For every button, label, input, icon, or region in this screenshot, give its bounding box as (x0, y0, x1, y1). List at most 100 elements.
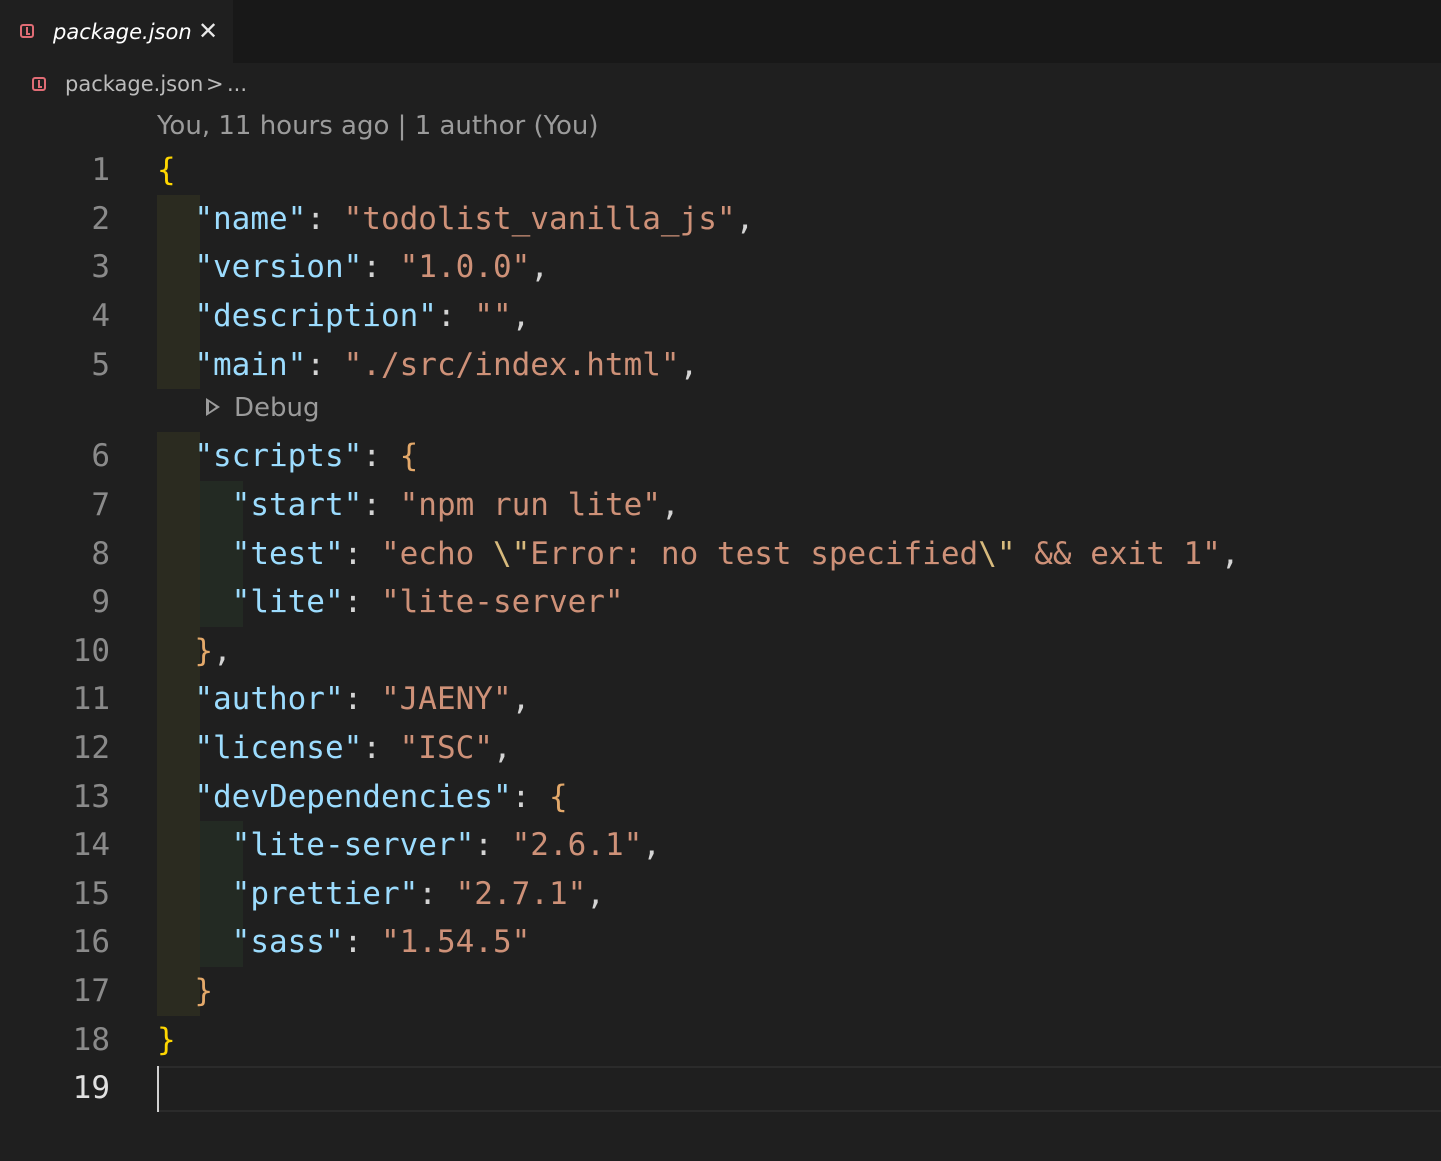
line-number: 10 (72, 633, 110, 669)
code-token: "lite-server" (380, 584, 624, 620)
code-token: , (642, 827, 661, 863)
line-number: 7 (91, 487, 110, 523)
code-line[interactable]: 5 "main": "./src/index.html", (0, 341, 1441, 389)
code-line[interactable]: 3 "version": "1.0.0", (0, 243, 1441, 291)
code-line[interactable]: 11 "author": "JAENY", (0, 675, 1441, 723)
code-token: "JAENY" (380, 681, 512, 717)
code-line[interactable]: 14 "lite-server": "2.6.1", (0, 821, 1441, 869)
play-icon (206, 397, 220, 416)
code-token: : (343, 584, 381, 620)
code-token: , (530, 249, 549, 285)
code-token: "" (474, 298, 512, 334)
code-token: "scripts" (194, 438, 363, 474)
code-line[interactable]: 1{ (0, 146, 1441, 194)
code-token: \" (492, 536, 531, 572)
code-token: , (1220, 536, 1240, 572)
code-token: , (660, 487, 680, 523)
code-token: : (306, 201, 344, 237)
code-token: "test" (231, 536, 344, 572)
code-token: \" (978, 536, 1016, 572)
breadcrumb-file[interactable]: package.json (65, 70, 203, 98)
line-content: "lite": "lite-server" (157, 578, 624, 626)
code-token: , (586, 876, 605, 912)
code-token: "version" (194, 249, 363, 285)
code-token: "2.7.1" (455, 876, 587, 912)
code-token: : (436, 298, 475, 334)
code-line[interactable]: 2 "name": "todolist_vanilla_js", (0, 195, 1441, 243)
code-line[interactable]: 6 "scripts": { (0, 432, 1441, 480)
line-content: "license": "ISC", (157, 724, 511, 772)
code-token: "lite-server" (231, 827, 475, 863)
line-content: "main": "./src/index.html", (157, 341, 698, 389)
code-line[interactable]: 18} (0, 1016, 1441, 1064)
line-number: 1 (91, 152, 110, 188)
code-token: : (343, 536, 381, 572)
code-token: : (306, 347, 344, 383)
blame-annotation[interactable]: You, 11 hours ago | 1 author (You) (157, 108, 599, 144)
line-number: 11 (72, 681, 110, 717)
editor-window: package.json ✕ package.json > ... You, 1… (0, 0, 1441, 1161)
code-token: "1.54.5" (380, 924, 531, 960)
code-token: "devDependencies" (194, 779, 512, 815)
code-line[interactable]: 9 "lite": "lite-server" (0, 578, 1441, 626)
code-token: "prettier" (231, 876, 419, 912)
code-line[interactable]: 10 }, (0, 627, 1441, 675)
tab-label: package.json (53, 20, 192, 44)
code-line[interactable]: 15 "prettier": "2.7.1", (0, 870, 1441, 918)
breadcrumb: package.json > ... (0, 63, 1441, 105)
line-number: 5 (91, 347, 110, 383)
code-token: "ISC" (399, 730, 493, 766)
code-line[interactable]: 19 (0, 1064, 1441, 1112)
json-file-icon (32, 77, 46, 91)
code-line[interactable]: 4 "description": "", (0, 292, 1441, 340)
code-token: "todolist_vanilla_js" (343, 201, 736, 237)
code-token: : (362, 249, 400, 285)
code-line[interactable]: 7 "start": "npm run lite", (0, 481, 1441, 529)
code-token: Error: no test specified (530, 536, 979, 572)
code-line[interactable]: 17 } (0, 967, 1441, 1015)
line-content: "prettier": "2.7.1", (157, 870, 605, 918)
code-token: "1.0.0" (399, 249, 531, 285)
line-content: "description": "", (157, 292, 530, 340)
code-token: "license" (194, 730, 363, 766)
chevron-right-icon: > (206, 72, 224, 96)
code-line[interactable]: 8 "test": "echo \"Error: no test specifi… (0, 530, 1441, 578)
tab-bar: package.json ✕ (0, 0, 1441, 63)
line-number: 16 (72, 924, 110, 960)
code-token: , (735, 201, 755, 237)
tab-package-json[interactable]: package.json ✕ (0, 0, 233, 63)
code-token: } (157, 1022, 176, 1058)
debug-label: Debug (234, 393, 320, 423)
code-token: , (213, 633, 232, 669)
line-content: } (157, 1016, 176, 1064)
code-token: "start" (231, 487, 363, 523)
line-number: 18 (72, 1022, 110, 1058)
line-number: 17 (72, 973, 110, 1009)
code-line[interactable]: 13 "devDependencies": { (0, 773, 1441, 821)
code-token: , (511, 681, 531, 717)
code-line[interactable]: 12 "license": "ISC", (0, 724, 1441, 772)
line-number: 6 (91, 438, 110, 474)
code-line[interactable]: 16 "sass": "1.54.5" (0, 918, 1441, 966)
line-number: 8 (91, 536, 110, 572)
code-token: : (343, 924, 381, 960)
close-icon[interactable]: ✕ (196, 17, 220, 45)
code-token: : (362, 730, 400, 766)
code-token: , (511, 298, 531, 334)
line-number: 15 (72, 876, 110, 912)
line-number: 2 (91, 201, 110, 237)
line-content: "test": "echo \"Error: no test specified… (157, 530, 1240, 578)
code-token: : (418, 876, 456, 912)
breadcrumb-symbol[interactable]: ... (227, 70, 247, 98)
debug-codelens[interactable]: Debug (206, 390, 320, 426)
